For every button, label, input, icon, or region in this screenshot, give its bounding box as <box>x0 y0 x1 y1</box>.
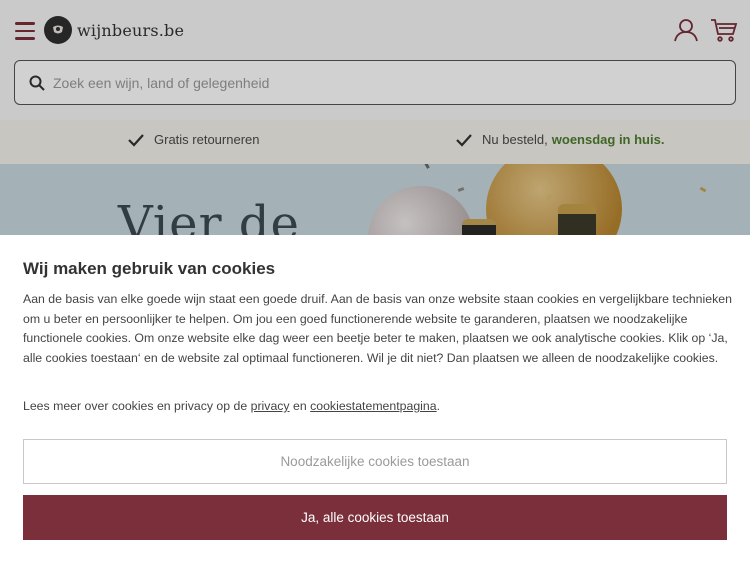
more-info-suffix: . <box>436 399 441 413</box>
confetti <box>699 186 707 193</box>
search-icon[interactable] <box>29 75 45 91</box>
usp-delivery-day: woensdag in huis. <box>551 132 665 147</box>
check-icon <box>456 133 472 147</box>
balloon-image <box>368 186 474 235</box>
confetti <box>424 164 430 169</box>
user-icon[interactable] <box>673 17 699 43</box>
search-bar <box>14 60 736 105</box>
necessary-cookies-button[interactable]: Noodzakelijke cookies toestaan <box>23 439 727 484</box>
cookie-statement-link[interactable]: cookiestatementpagina <box>310 399 436 413</box>
more-info-prefix: Lees meer over cookies en privacy op de <box>23 399 248 413</box>
check-icon <box>128 133 144 147</box>
logo-text: wijnbeurs.be <box>77 20 185 40</box>
bottle-image <box>558 204 596 235</box>
cookie-banner: Wij maken gebruik van cookies Aan de bas… <box>0 235 750 563</box>
usp-returns-text: Gratis retourneren <box>154 132 260 147</box>
hero-banner[interactable]: Vier de <box>0 164 750 235</box>
accept-all-cookies-button[interactable]: Ja, alle cookies toestaan <box>23 495 727 540</box>
logo-icon <box>44 16 72 44</box>
cookie-title: Wij maken gebruik van cookies <box>23 259 276 278</box>
search-input[interactable] <box>53 74 693 91</box>
confetti <box>457 187 465 192</box>
site-header: wijnbeurs.be <box>0 0 750 120</box>
usp-delivery-prefix: Nu besteld, <box>482 132 548 147</box>
privacy-link[interactable]: privacy <box>251 399 290 413</box>
hero-title: Vier de <box>118 196 300 235</box>
menu-icon[interactable] <box>15 22 35 40</box>
balloon-image <box>486 164 622 235</box>
cookie-more-info: Lees meer over cookies en privacy op de … <box>23 399 440 413</box>
bottle-image <box>462 219 496 235</box>
cart-icon[interactable] <box>710 18 738 42</box>
usp-item-delivery: Nu besteld, woensdag in huis. <box>456 132 664 147</box>
usp-item-returns: Gratis retourneren <box>128 132 260 147</box>
cookie-description: Aan de basis van elke goede wijn staat e… <box>23 292 732 365</box>
more-info-and: en <box>293 399 307 413</box>
logo[interactable]: wijnbeurs.be <box>44 16 184 44</box>
usp-bar: Gratis retourneren Nu besteld, woensdag … <box>0 120 750 164</box>
